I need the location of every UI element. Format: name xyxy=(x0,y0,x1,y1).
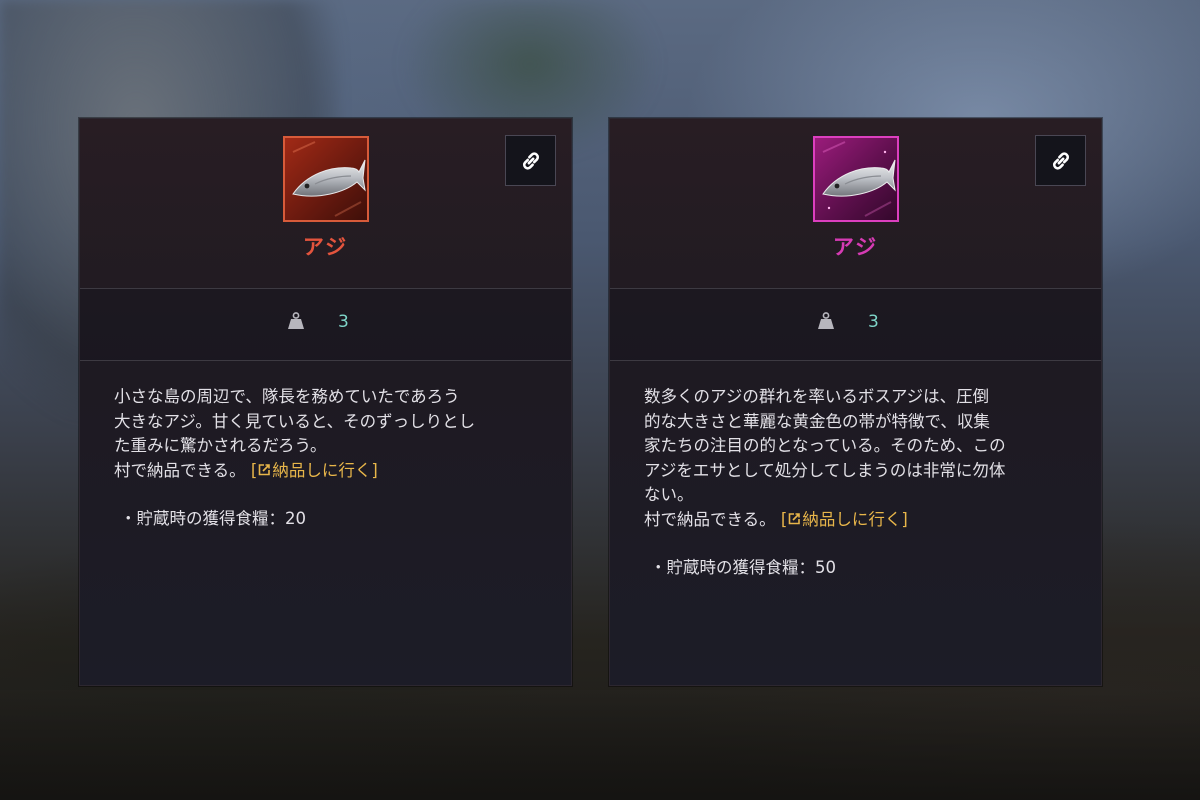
item-tooltip-card: アジ 3 数多くのアジの群れを率いるボスアジは、圧倒 的な大きさと華麗な黄金色の… xyxy=(609,118,1102,686)
deliver-link[interactable]: [納品しに行く] xyxy=(251,461,378,480)
deliver-link[interactable]: [納品しに行く] xyxy=(781,510,908,529)
weight-value: 3 xyxy=(868,312,879,332)
link-icon xyxy=(1052,151,1069,170)
weight-row: 3 xyxy=(80,289,571,361)
item-name: アジ xyxy=(832,235,879,259)
item-header: アジ xyxy=(610,119,1101,289)
share-link-button[interactable] xyxy=(505,135,556,186)
description-line: 小さな島の周辺で、隊長を務めていたであろう xyxy=(114,387,460,406)
deliver-link-label: 納品しに行く] xyxy=(802,509,908,529)
weight-icon xyxy=(818,312,834,329)
weight-icon xyxy=(288,312,304,329)
external-link-icon xyxy=(259,463,271,475)
external-link-icon xyxy=(789,512,801,524)
item-name: アジ xyxy=(302,235,349,259)
item-tooltip-card: アジ 3 小さな島の周辺で、隊長を務めていたであろう 大きなアジ。甘く見ていると… xyxy=(79,118,572,686)
deliver-link-label: 納品しに行く] xyxy=(272,460,378,480)
item-header: アジ xyxy=(80,119,571,289)
fish-icon xyxy=(283,136,369,222)
weight-row: 3 xyxy=(610,289,1101,361)
item-description: 数多くのアジの群れを率いるボスアジは、圧倒 的な大きさと華麗な黄金色の帯が特徴で… xyxy=(644,385,1084,581)
description-line: 家たちの注目の的となっている。そのため、この xyxy=(644,436,1006,455)
stock-food-value: 50 xyxy=(815,558,836,577)
weight-value: 3 xyxy=(338,312,349,332)
description-line: アジをエサとして処分してしまうのは非常に勿体 xyxy=(644,460,1006,480)
description-line: 大きなアジ。甘く見ていると、そのずっしりとし xyxy=(114,411,476,431)
stock-food-line: ・貯蔵時の獲得食糧：50 xyxy=(644,556,1084,581)
share-link-button[interactable] xyxy=(1035,135,1086,186)
fish-icon xyxy=(813,136,899,222)
deliver-text: 村で納品できる。 xyxy=(644,509,776,529)
description-line: 数多くのアジの群れを率いるボスアジは、圧倒 xyxy=(644,387,990,406)
item-description: 小さな島の周辺で、隊長を務めていたであろう 大きなアジ。甘く見ていると、そのずっ… xyxy=(114,385,554,532)
stock-food-label: ・貯蔵時の獲得食糧： xyxy=(120,509,285,528)
deliver-line: 村で納品できる。 [納品しに行く] xyxy=(114,459,554,484)
stock-food-value: 20 xyxy=(285,509,306,528)
stock-food-line: ・貯蔵時の獲得食糧：20 xyxy=(114,507,554,532)
deliver-line: 村で納品できる。 [納品しに行く] xyxy=(644,508,1084,533)
stock-food-label: ・貯蔵時の獲得食糧： xyxy=(650,558,815,577)
background-floor xyxy=(0,690,1200,800)
deliver-text: 村で納品できる。 xyxy=(114,460,246,480)
description-line: 的な大きさと華麗な黄金色の帯が特徴で、収集 xyxy=(644,411,990,431)
link-icon xyxy=(522,151,539,170)
description-line: た重みに驚かされるだろう。 xyxy=(114,436,327,455)
description-line: ない。 xyxy=(644,485,694,504)
